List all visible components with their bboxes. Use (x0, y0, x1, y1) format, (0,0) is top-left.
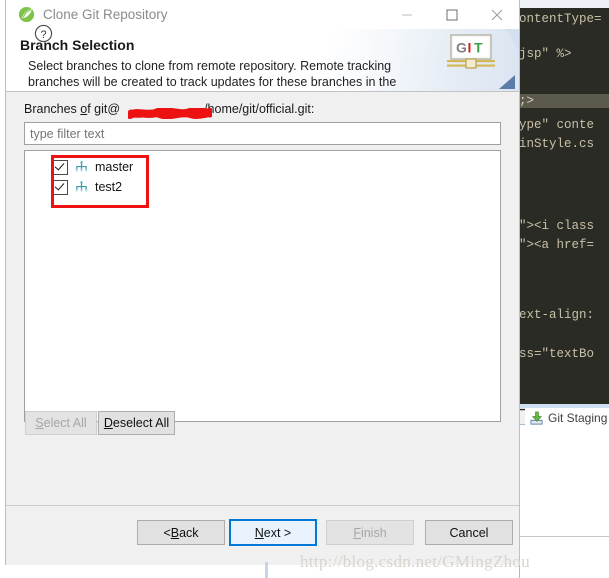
svg-text:T: T (474, 40, 483, 56)
dialog-titlebar: Clone Git Repository (6, 0, 519, 29)
eclipse-icon (18, 6, 35, 23)
svg-text:G: G (456, 40, 467, 56)
next-mnemonic: N (254, 525, 264, 540)
deselect-all-button[interactable]: Deselect All (98, 411, 175, 435)
screen-root: ontentType= jsp" %> ;> ype" conte inStyl… (0, 0, 609, 578)
finish-button[interactable]: Finish (326, 520, 414, 545)
ide-divider (519, 536, 609, 537)
code-line: ontentType= (519, 12, 602, 26)
next-label: ext > (263, 525, 292, 540)
tab-git-staging[interactable]: Git Staging (525, 408, 609, 428)
dialog-body: Branches of git@/home/git/official.git: (6, 92, 519, 510)
page-description: Select branches to clone from remote rep… (28, 59, 397, 89)
svg-text:?: ? (40, 29, 46, 41)
clone-git-repository-dialog: Clone Git Repository Branch Selection Se… (5, 0, 520, 565)
code-line: ext-align: (519, 308, 595, 322)
branches-label-suffix: f git@ (87, 102, 121, 116)
git-branch-icon (74, 180, 89, 194)
code-editor-panel[interactable]: ontentType= jsp" %> ;> ype" conte inStyl… (519, 0, 609, 410)
branch-checkbox[interactable] (53, 179, 68, 195)
svg-text:I: I (468, 40, 472, 56)
git-staging-view (519, 424, 609, 578)
git-staging-icon (530, 411, 543, 425)
dialog-header-banner: Branch Selection Select branches to clon… (6, 29, 519, 92)
branch-list[interactable]: master test2 (24, 150, 501, 422)
close-icon[interactable] (474, 0, 519, 29)
deselect-all-mnemonic: D (103, 416, 113, 430)
text-cursor (265, 562, 268, 578)
cancel-button[interactable]: Cancel (425, 520, 513, 545)
select-all-button[interactable]: Select All (25, 411, 97, 435)
code-line: "><a href= (519, 238, 595, 252)
dialog-title: Clone Git Repository (43, 7, 168, 22)
code-line: "><i class (519, 219, 595, 233)
code-line: ss="textBo (519, 347, 595, 361)
list-item[interactable]: master (25, 157, 500, 177)
select-all-mnemonic: S (35, 416, 44, 430)
deselect-all-label: eselect All (112, 416, 170, 430)
branches-label: Branches of git@/home/git/official.git: (24, 102, 314, 116)
back-prefix: < (163, 525, 171, 540)
code-line: ype" conte (519, 118, 595, 132)
minimize-icon[interactable] (384, 0, 429, 29)
list-item[interactable]: test2 (25, 177, 500, 197)
cancel-label: Cancel (449, 525, 489, 540)
code-line: inStyle.cs (519, 137, 595, 151)
back-button[interactable]: < Back (137, 520, 225, 545)
branches-label-path: /home/git/official.git: (204, 102, 315, 116)
git-branch-icon (74, 160, 89, 174)
finish-mnemonic: F (353, 525, 361, 540)
finish-label: inish (360, 525, 387, 540)
back-label: ack (179, 525, 199, 540)
window-controls (384, 0, 519, 29)
watermark: http://blog.csdn.net/GMingZhou (300, 552, 530, 571)
maximize-icon[interactable] (429, 0, 474, 29)
git-logo-icon: G I T (445, 34, 497, 72)
next-button[interactable]: Next > (229, 519, 317, 546)
branch-checkbox[interactable] (53, 159, 68, 175)
search-input[interactable] (24, 122, 501, 145)
branch-name: test2 (95, 180, 123, 194)
code-line-highlighted: ;> (519, 94, 609, 108)
branch-name: master (95, 160, 134, 174)
code-line: jsp" %> (519, 47, 572, 61)
header-triangle-accent (499, 75, 515, 89)
editor-top-strip (519, 0, 609, 8)
back-mnemonic: B (170, 525, 180, 540)
help-icon[interactable]: ? (34, 24, 53, 43)
branches-label-prefix: Branches (24, 102, 81, 116)
select-all-label: elect All (43, 416, 87, 430)
tab-git-staging-label: Git Staging (548, 411, 608, 425)
